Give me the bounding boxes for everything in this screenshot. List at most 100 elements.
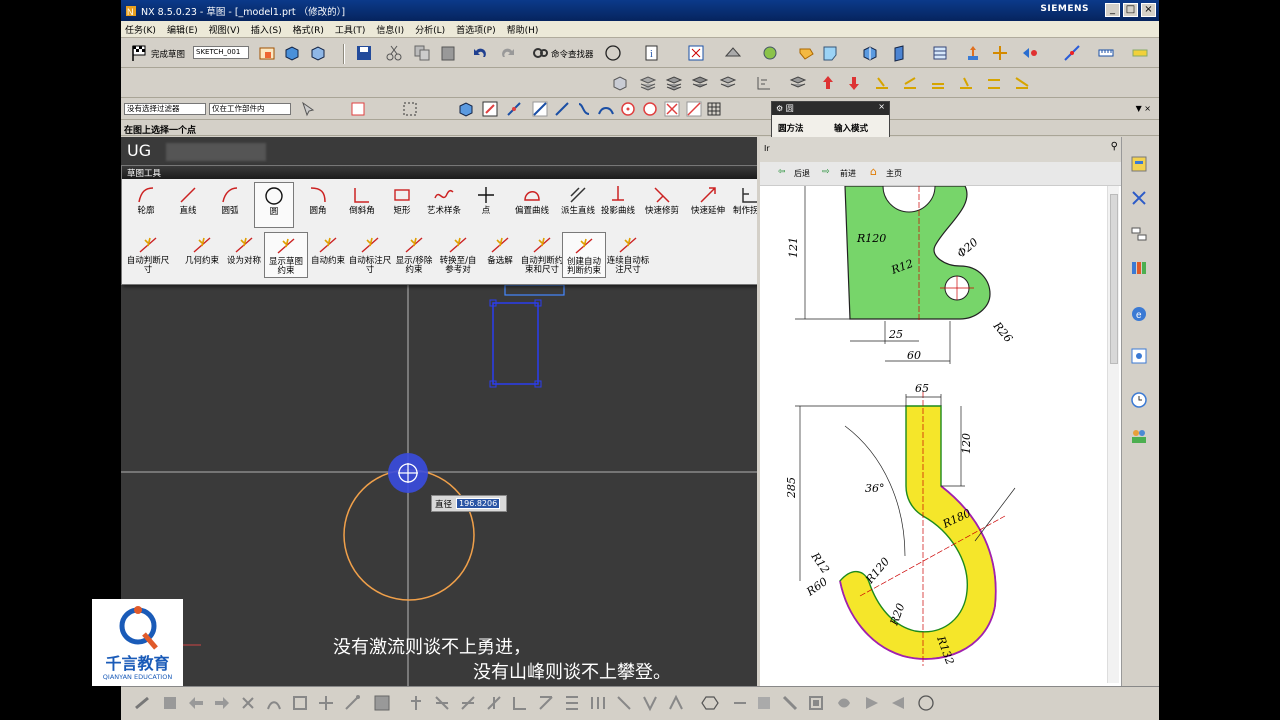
- info-icon[interactable]: i: [643, 44, 661, 62]
- bottom-tool-26-icon[interactable]: [835, 694, 853, 712]
- bottom-tool-16-icon[interactable]: [537, 694, 555, 712]
- sketch-tool-3-button[interactable]: 圆弧: [210, 182, 250, 228]
- move-object-icon[interactable]: [964, 44, 982, 62]
- menu-info[interactable]: 信息(I): [376, 23, 404, 36]
- solid-filter-icon[interactable]: [457, 100, 475, 118]
- snap-intersection-icon[interactable]: [663, 100, 681, 118]
- layer-stack-5-icon[interactable]: [789, 74, 807, 92]
- snap-grid-points-icon[interactable]: [705, 100, 723, 118]
- circle-tool-icon[interactable]: [917, 694, 935, 712]
- sketch-tool-4-button[interactable]: 圆: [254, 182, 294, 228]
- constraint-d-icon[interactable]: [957, 74, 975, 92]
- snap-quadrant-icon[interactable]: [641, 100, 659, 118]
- constraint-c-icon[interactable]: [929, 74, 947, 92]
- part-navigator-icon[interactable]: [1130, 225, 1148, 243]
- shaded-ball-icon[interactable]: [761, 44, 779, 62]
- measure-icon[interactable]: [1097, 44, 1115, 62]
- lighting-icon[interactable]: [821, 44, 839, 62]
- layer-stack-icon[interactable]: [639, 74, 657, 92]
- bottom-tool-21-icon[interactable]: [667, 694, 685, 712]
- constraint-tool-2-button[interactable]: 几何约束: [180, 232, 224, 278]
- selection-filter-dropdown[interactable]: 没有选择过滤器: [124, 103, 206, 115]
- bottom-tool-11-icon[interactable]: [407, 694, 425, 712]
- bottom-tool-13-icon[interactable]: [459, 694, 477, 712]
- constraint-tool-6-button[interactable]: 自动标注尺寸: [348, 232, 392, 278]
- wcs-icon[interactable]: [1063, 44, 1081, 62]
- web-browser-icon[interactable]: e: [1130, 305, 1148, 323]
- dimension-tree-icon[interactable]: [755, 74, 773, 92]
- constraint-tool-10-button[interactable]: 自动判断约束和尺寸: [520, 232, 564, 278]
- menu-preferences[interactable]: 首选项(P): [456, 23, 495, 36]
- paste-icon[interactable]: [439, 44, 457, 62]
- bottom-tool-19-icon[interactable]: [615, 694, 633, 712]
- constraint-f-icon[interactable]: [1013, 74, 1031, 92]
- constraint-b-icon[interactable]: [901, 74, 919, 92]
- gear-icon[interactable]: ⚙: [776, 104, 783, 113]
- constraint-tool-12-button[interactable]: 连续自动标注尺寸: [606, 232, 650, 278]
- undo-icon[interactable]: [471, 44, 489, 62]
- select-icon[interactable]: [299, 100, 317, 118]
- snap-curve-icon[interactable]: [575, 100, 593, 118]
- command-finder-label[interactable]: 命令查找器: [551, 48, 594, 60]
- back-arrow-icon[interactable]: ⇦: [778, 167, 786, 177]
- bottom-tool-18-icon[interactable]: [589, 694, 607, 712]
- sketch-tool-1-button[interactable]: 轮廓: [126, 182, 166, 228]
- snap-end-icon[interactable]: [481, 100, 499, 118]
- constraint-tool-9-button[interactable]: 备选解: [478, 232, 522, 278]
- bottom-tool-27-icon[interactable]: [863, 694, 881, 712]
- sketch-tool-6-button[interactable]: 倒斜角: [342, 182, 382, 228]
- ruler-icon[interactable]: [1131, 44, 1149, 62]
- cube-view-icon[interactable]: [283, 44, 301, 62]
- bottom-tool-1-icon[interactable]: [133, 694, 151, 712]
- constraint-tool-8-button[interactable]: 转换至/自参考对: [436, 232, 480, 278]
- bottom-tool-20-icon[interactable]: [641, 694, 659, 712]
- reuse-library-icon[interactable]: [1130, 259, 1148, 277]
- bottom-tool-25-icon[interactable]: [807, 694, 825, 712]
- close-button[interactable]: ×: [1141, 3, 1156, 17]
- menu-format[interactable]: 格式(R): [293, 23, 324, 36]
- finish-sketch-flag-icon[interactable]: [131, 44, 149, 62]
- sketch-tool-12-button[interactable]: 投影曲线: [598, 182, 638, 228]
- sketch-tool-13-button[interactable]: 快速修剪: [642, 182, 682, 228]
- clock-icon[interactable]: [1130, 391, 1148, 409]
- pin-icon[interactable]: ⚲: [1111, 141, 1118, 152]
- bottom-tool-24-icon[interactable]: [781, 694, 799, 712]
- roles-icon[interactable]: [1130, 427, 1148, 445]
- menu-tools[interactable]: 工具(T): [335, 23, 366, 36]
- assembly-navigator-icon[interactable]: [1130, 155, 1148, 173]
- constraint-navigator-icon[interactable]: [1130, 189, 1148, 207]
- save-icon[interactable]: [355, 44, 373, 62]
- minimize-button[interactable]: _: [1105, 3, 1120, 17]
- constraint-tool-4-button[interactable]: 显示草图约束: [264, 232, 308, 278]
- sketch-style-icon[interactable]: [611, 74, 629, 92]
- transform-icon[interactable]: [991, 44, 1009, 62]
- move-up-icon[interactable]: [819, 74, 837, 92]
- snap-arc-icon[interactable]: [553, 100, 571, 118]
- command-finder-icon[interactable]: [531, 44, 549, 62]
- menu-help[interactable]: 帮助(H): [507, 23, 539, 36]
- sketch-tool-14-button[interactable]: 快速延伸: [688, 182, 728, 228]
- render-style-icon[interactable]: [724, 44, 742, 62]
- scrollbar-thumb[interactable]: [1110, 194, 1118, 364]
- circle-display-icon[interactable]: [604, 44, 622, 62]
- sketch-plane-icon[interactable]: [258, 44, 276, 62]
- bottom-tool-22-icon[interactable]: [731, 694, 749, 712]
- layer-icon[interactable]: [931, 44, 949, 62]
- cut-icon[interactable]: [385, 44, 403, 62]
- bottom-tool-8-icon[interactable]: [317, 694, 335, 712]
- copy-icon[interactable]: [413, 44, 431, 62]
- selection-box-icon[interactable]: [401, 100, 419, 118]
- maximize-button[interactable]: □: [1123, 3, 1138, 17]
- bottom-tool-3-icon[interactable]: [187, 694, 205, 712]
- sketch-tool-10-button[interactable]: 偏置曲线: [512, 182, 552, 228]
- bottom-tool-4-icon[interactable]: [213, 694, 231, 712]
- forward-button[interactable]: 前进: [840, 168, 856, 179]
- sketch-tool-5-button[interactable]: 圆角: [298, 182, 338, 228]
- sketch-tool-7-button[interactable]: 矩形: [382, 182, 422, 228]
- layer-stack-4-icon[interactable]: [719, 74, 737, 92]
- diameter-input-box[interactable]: 直径 196.8206: [431, 495, 507, 512]
- constraint-tool-5-button[interactable]: 自动约束: [306, 232, 350, 278]
- menu-insert[interactable]: 插入(S): [251, 23, 282, 36]
- toolbar-close-icon[interactable]: ▼ ×: [1136, 104, 1151, 113]
- bottom-tool-28-icon[interactable]: [889, 694, 907, 712]
